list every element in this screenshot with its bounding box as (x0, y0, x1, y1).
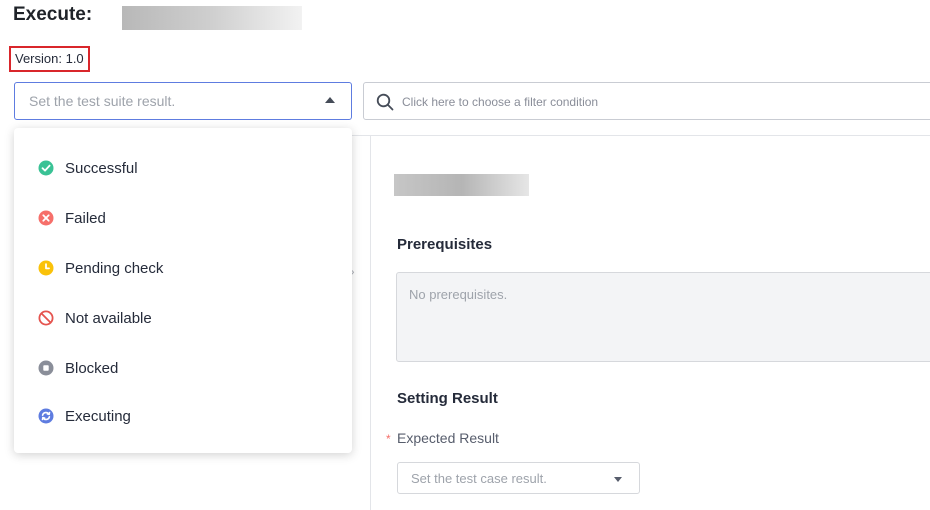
redacted-case-name (394, 174, 529, 196)
x-circle-icon (38, 210, 54, 226)
chevron-up-icon (325, 97, 335, 103)
filter-input[interactable]: Click here to choose a filter condition (363, 82, 930, 120)
page-title: Execute: (13, 4, 93, 25)
refresh-circle-icon (38, 408, 54, 424)
option-successful[interactable]: Successful (14, 148, 352, 188)
search-icon (376, 93, 394, 111)
prerequisites-box: No prerequisites. (396, 272, 930, 362)
prohibited-icon (38, 310, 54, 326)
setting-result-heading: Setting Result (397, 390, 498, 407)
redacted-title-name (122, 6, 302, 30)
case-result-placeholder: Set the test case result. (411, 471, 547, 486)
stop-circle-icon (38, 360, 54, 376)
option-label: Executing (65, 408, 131, 425)
filter-placeholder: Click here to choose a filter condition (402, 95, 599, 109)
suite-result-select[interactable]: Set the test suite result. (14, 82, 352, 120)
suite-result-placeholder: Set the test suite result. (29, 93, 176, 109)
option-not-available[interactable]: Not available (14, 298, 352, 338)
expected-result-label: Expected Result (397, 430, 499, 446)
option-failed[interactable]: Failed (14, 198, 352, 238)
clock-circle-icon (38, 260, 54, 276)
option-label: Successful (65, 160, 138, 177)
panel-divider (370, 136, 371, 510)
option-label: Not available (65, 310, 152, 327)
option-label: Blocked (65, 360, 119, 377)
check-circle-icon (38, 160, 54, 176)
suite-result-dropdown: Successful Failed Pending check Not avai… (14, 128, 352, 453)
required-mark: * (386, 432, 391, 446)
option-blocked[interactable]: Blocked (14, 348, 352, 388)
option-executing[interactable]: Executing (14, 396, 352, 436)
option-pending-check[interactable]: Pending check (14, 248, 352, 288)
prerequisites-text: No prerequisites. (409, 287, 508, 302)
case-result-select[interactable]: Set the test case result. (397, 462, 640, 494)
option-label: Failed (65, 210, 106, 227)
option-label: Pending check (65, 260, 164, 277)
version-label: Version: 1.0 (9, 46, 90, 72)
chevron-down-icon (614, 477, 622, 482)
prerequisites-heading: Prerequisites (397, 236, 493, 253)
